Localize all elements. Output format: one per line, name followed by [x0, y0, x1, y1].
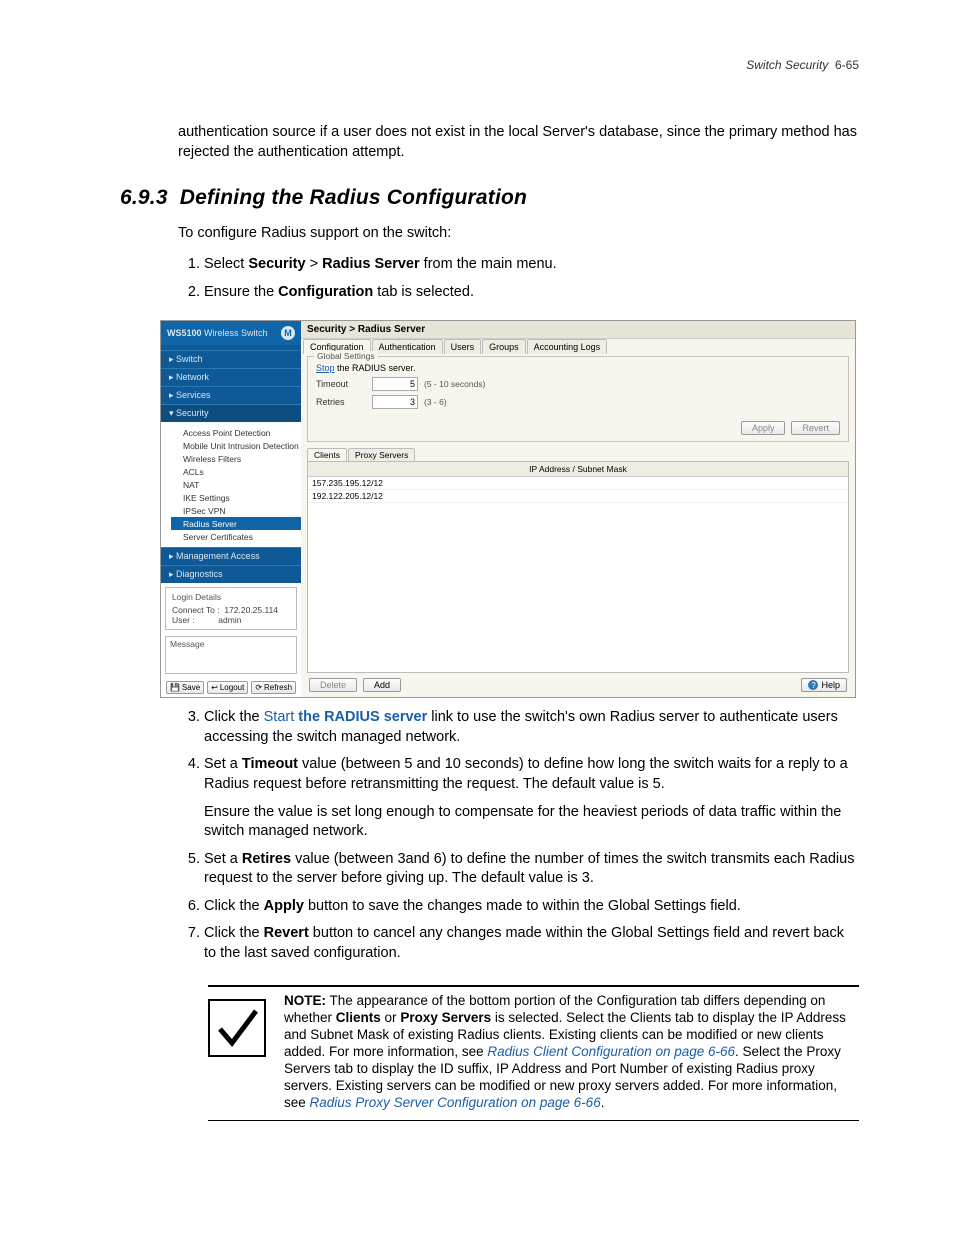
nav-mgmt-access[interactable]: ▸ Management Access [161, 547, 301, 565]
tree-item[interactable]: IPSec VPN [171, 504, 301, 517]
retries-label: Retries [316, 397, 366, 407]
nav-tree: Access Point Detection Mobile Unit Intru… [161, 422, 301, 547]
grid-row[interactable]: 192.122.205.12/12 [308, 490, 848, 503]
timeout-hint: (5 - 10 seconds) [424, 379, 485, 389]
save-button[interactable]: 💾Save [166, 681, 204, 694]
tree-item[interactable]: NAT [171, 478, 301, 491]
tab-accounting[interactable]: Accounting Logs [527, 339, 608, 354]
nav-security[interactable]: ▾ Security [161, 404, 301, 422]
step-6: Click the Apply button to save the chang… [204, 897, 859, 917]
retries-hint: (3 - 6) [424, 397, 447, 407]
help-icon: ? [808, 680, 818, 690]
subtab-proxy[interactable]: Proxy Servers [348, 448, 415, 461]
intro-paragraph: authentication source if a user does not… [178, 123, 859, 162]
tab-bar: Configuration Authentication Users Group… [301, 339, 855, 354]
retries-input[interactable] [372, 395, 418, 409]
logout-button[interactable]: ↩Logout [207, 681, 248, 694]
page-header: Switch Security 6-65 [746, 58, 859, 72]
link-proxy-config[interactable]: Radius Proxy Server Configuration on pag… [310, 1095, 601, 1110]
tab-authentication[interactable]: Authentication [372, 339, 443, 354]
nav-diagnostics[interactable]: ▸ Diagnostics [161, 565, 301, 583]
app-screenshot: WS5100 Wireless Switch M ▸ Switch ▸ Netw… [160, 320, 856, 698]
grid-row[interactable]: 157.235.195.12/12 [308, 477, 848, 490]
login-details: Login Details Connect To : 172.20.25.114… [165, 587, 297, 630]
stop-radius-link[interactable]: Stop [316, 363, 335, 373]
help-button[interactable]: ? Help [801, 678, 847, 692]
subtab-clients[interactable]: Clients [307, 448, 347, 461]
add-button[interactable]: Add [363, 678, 401, 692]
step-5: Set a Retires value (between 3and 6) to … [204, 850, 859, 889]
logo-icon: M [281, 326, 295, 340]
tree-item-selected[interactable]: Radius Server [171, 517, 301, 530]
tab-groups[interactable]: Groups [482, 339, 526, 354]
start-radius-link[interactable]: Start the RADIUS server [264, 709, 428, 725]
tree-item[interactable]: Access Point Detection [171, 426, 301, 439]
timeout-input[interactable] [372, 377, 418, 391]
step-3: Click the Start the RADIUS server link t… [204, 708, 859, 747]
message-box: Message [165, 636, 297, 674]
step-7: Click the Revert button to cancel any ch… [204, 924, 859, 963]
step-4: Set a Timeout value (between 5 and 10 se… [204, 755, 859, 841]
tree-item[interactable]: Wireless Filters [171, 452, 301, 465]
checkmark-icon [208, 999, 266, 1057]
fieldset-legend: Global Settings [314, 351, 378, 361]
step-1: Select Security > Radius Server from the… [204, 255, 859, 275]
breadcrumb: Security > Radius Server [301, 321, 855, 339]
nav-services[interactable]: ▸ Services [161, 386, 301, 404]
tree-item[interactable]: Server Certificates [171, 530, 301, 543]
timeout-label: Timeout [316, 379, 366, 389]
refresh-button[interactable]: ⟳Refresh [251, 681, 296, 694]
tree-item[interactable]: Mobile Unit Intrusion Detection [171, 439, 301, 452]
nav-network[interactable]: ▸ Network [161, 368, 301, 386]
product-title: WS5100 Wireless Switch M [161, 321, 301, 345]
note-block: NOTE: The appearance of the bottom porti… [208, 985, 859, 1120]
clients-grid: IP Address / Subnet Mask 157.235.195.12/… [307, 461, 849, 673]
delete-button[interactable]: Delete [309, 678, 357, 692]
grid-header: IP Address / Subnet Mask [308, 462, 848, 477]
section-intro: To configure Radius support on the switc… [178, 225, 859, 241]
global-settings-fieldset: Global Settings Stop the RADIUS server. … [307, 356, 849, 442]
section-heading: 6.9.3 Defining the Radius Configuration [120, 186, 859, 210]
nav-switch[interactable]: ▸ Switch [161, 350, 301, 368]
tab-users[interactable]: Users [444, 339, 482, 354]
main-panel: Security > Radius Server Configuration A… [301, 321, 855, 697]
tree-item[interactable]: IKE Settings [171, 491, 301, 504]
tree-item[interactable]: ACLs [171, 465, 301, 478]
revert-button[interactable]: Revert [791, 421, 840, 435]
link-client-config[interactable]: Radius Client Configuration on page 6-66 [487, 1044, 735, 1059]
apply-button[interactable]: Apply [741, 421, 786, 435]
step-2: Ensure the Configuration tab is selected… [204, 283, 859, 303]
sidebar: WS5100 Wireless Switch M ▸ Switch ▸ Netw… [161, 321, 301, 697]
